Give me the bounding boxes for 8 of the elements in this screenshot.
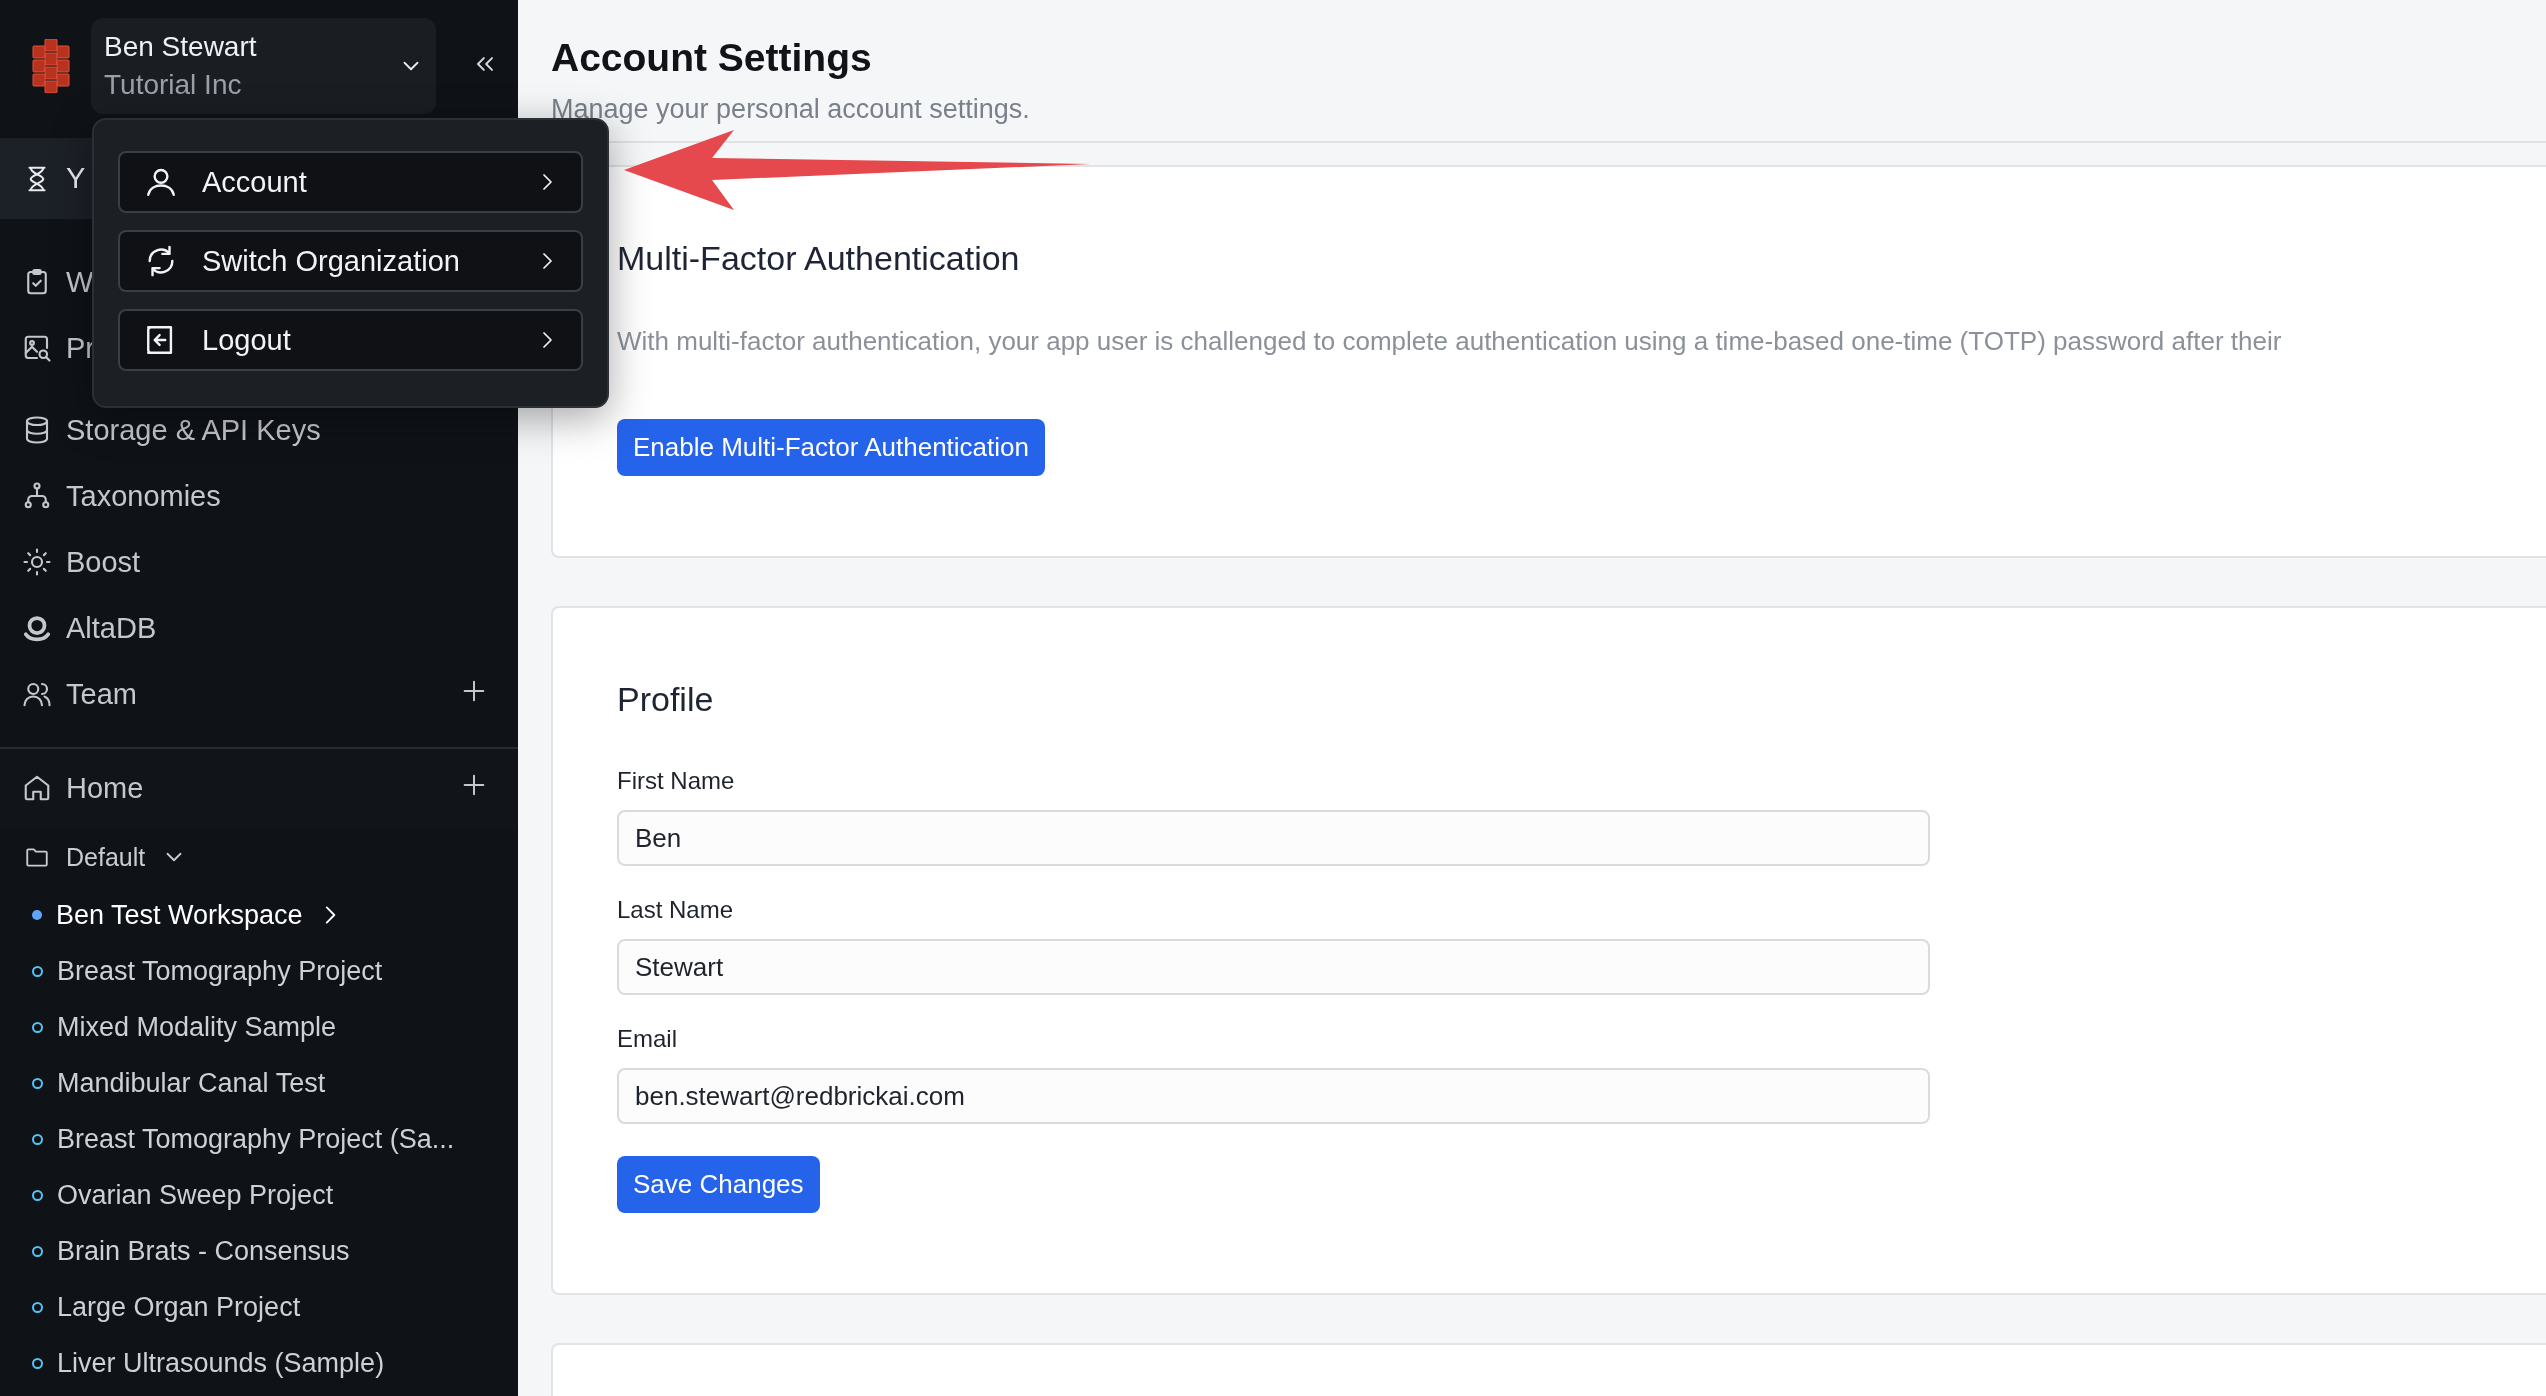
field-label: Email xyxy=(617,1025,678,1053)
field-label: Last Name xyxy=(617,896,735,924)
card-title: Profile xyxy=(617,680,715,719)
mfa-description: With multi-factor authentication, your app user is challenged to complete authentication using a time-based one-time (TOTP) password after their xyxy=(617,326,2283,357)
page-subtitle: Manage your personal account settings. xyxy=(551,94,1031,125)
page-title: Account Settings xyxy=(551,36,873,80)
card-title: Multi-Factor Authentication xyxy=(617,239,1021,278)
field-label: First Name xyxy=(617,767,736,795)
